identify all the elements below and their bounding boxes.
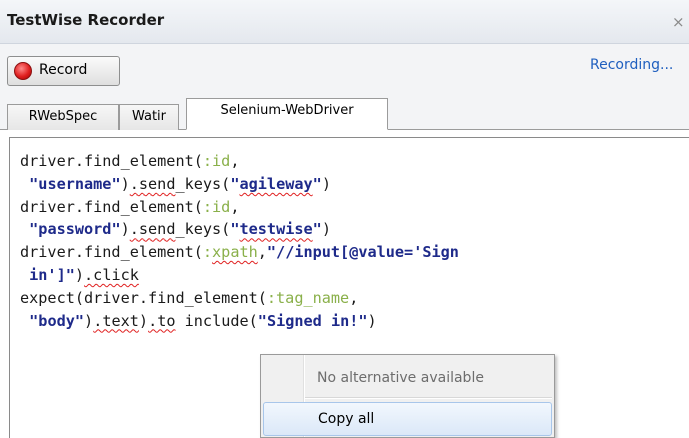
menu-item-copy-all[interactable]: Copy all (263, 402, 552, 436)
tab-rwebspec[interactable]: RWebSpec (7, 104, 119, 130)
code-line: driver.find_element(:id, (20, 152, 240, 170)
record-button[interactable]: Record (7, 56, 120, 86)
menu-item-no-alternative: No alternative available (263, 362, 552, 396)
recording-status: Recording... (590, 57, 674, 73)
menu-item-label: No alternative available (317, 370, 484, 386)
panel-title: TestWise Recorder (7, 11, 165, 29)
code-line: "body").text).to include("Signed in!") (29, 311, 377, 330)
context-menu: No alternative available Copy all (260, 354, 555, 438)
menu-item-label: Copy all (318, 411, 375, 427)
record-button-label: Record (39, 62, 88, 78)
close-icon[interactable]: × (672, 13, 685, 31)
code-line: expect(driver.find_element(:tag_name, (20, 288, 359, 307)
code-line: "password").send_keys("testwise") (29, 220, 331, 239)
toolbar: Record Recording... (0, 44, 689, 96)
framework-tabs: RWebSpec Watir Selenium-WebDriver (0, 96, 689, 130)
menu-separator (305, 397, 552, 399)
tab-watir[interactable]: Watir (119, 104, 179, 130)
recorder-panel: TestWise Recorder × Record Recording... … (0, 0, 689, 438)
test-script-code[interactable]: driver.find_element(:id, "username").sen… (20, 150, 459, 332)
code-line: driver.find_element(:xpath,"//input[@val… (20, 243, 459, 262)
code-line: in']").click (20, 265, 139, 284)
record-icon (14, 62, 32, 80)
tab-selenium-webdriver[interactable]: Selenium-WebDriver (186, 98, 388, 130)
code-line: "username").send_keys("agileway") (29, 174, 331, 193)
panel-titlebar: TestWise Recorder × (0, 0, 689, 44)
code-line: driver.find_element(:id, (20, 197, 240, 216)
